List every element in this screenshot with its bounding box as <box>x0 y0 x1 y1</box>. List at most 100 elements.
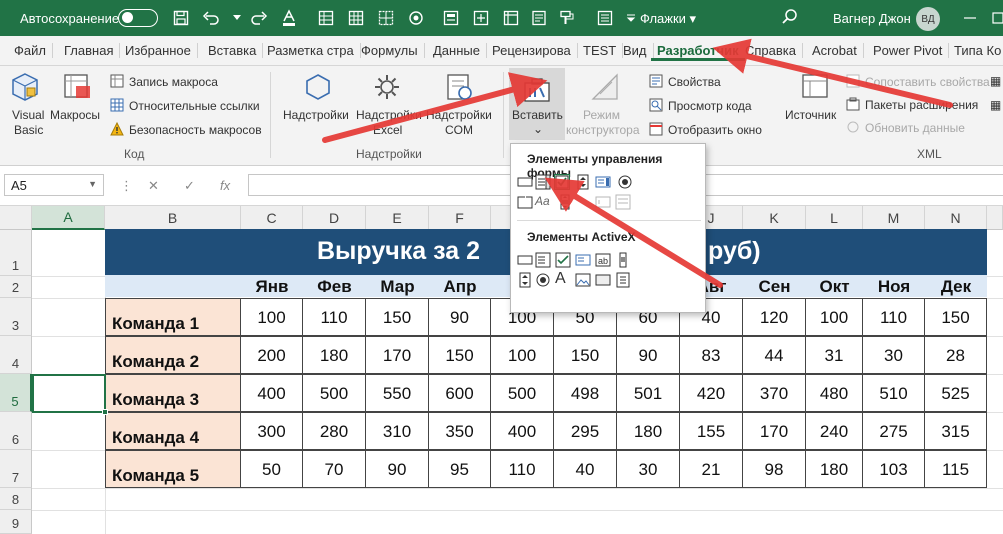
value-cell[interactable]: 150 <box>925 298 987 336</box>
tab-developer[interactable]: Разработчик <box>651 43 745 61</box>
com-addins-icon[interactable] <box>444 72 474 105</box>
value-cell[interactable]: 150 <box>554 336 617 374</box>
search-icon[interactable] <box>780 7 802 29</box>
selected-cell[interactable] <box>32 374 106 413</box>
value-cell[interactable]: 550 <box>366 374 429 412</box>
value-cell[interactable]: 83 <box>680 336 743 374</box>
tab-view[interactable]: Вид <box>617 43 654 58</box>
column-header[interactable]: L <box>806 206 863 230</box>
value-cell[interactable]: 275 <box>863 412 925 450</box>
team-name-cell[interactable]: Команда 5 <box>105 450 241 488</box>
activex-toggle-icon[interactable] <box>595 272 611 288</box>
value-cell[interactable]: 150 <box>429 336 491 374</box>
cancel-icon[interactable]: ✕ <box>148 178 159 194</box>
value-cell[interactable]: 50 <box>241 450 303 488</box>
value-cell[interactable]: 90 <box>366 450 429 488</box>
value-cell[interactable]: 500 <box>303 374 366 412</box>
fill-handle[interactable] <box>102 409 108 415</box>
document-title[interactable]: Флажки ▾ <box>640 11 696 27</box>
listbox-control-icon[interactable] <box>595 174 611 190</box>
fx-icon[interactable]: fx <box>220 178 230 193</box>
combobox-control-icon[interactable] <box>535 174 551 190</box>
zoom-icon[interactable] <box>470 8 492 28</box>
activex-button-icon[interactable] <box>517 252 533 268</box>
gear-icon[interactable] <box>372 72 402 105</box>
column-header[interactable]: D <box>303 206 366 230</box>
column-header[interactable]: B <box>105 206 241 230</box>
value-cell[interactable]: 315 <box>925 412 987 450</box>
month-header[interactable]: Апр <box>429 277 491 297</box>
value-cell[interactable]: 200 <box>241 336 303 374</box>
redo-icon[interactable] <box>248 8 270 28</box>
value-cell[interactable]: 500 <box>491 374 554 412</box>
form-icon[interactable] <box>594 8 616 28</box>
value-cell[interactable]: 21 <box>680 450 743 488</box>
value-cell[interactable]: 31 <box>806 336 863 374</box>
value-cell[interactable]: 310 <box>366 412 429 450</box>
tab-file[interactable]: Файл <box>8 43 53 58</box>
row-header[interactable]: 8 <box>0 488 32 510</box>
activex-textbox-icon[interactable]: ab <box>595 252 611 268</box>
sheet-icon[interactable] <box>440 8 462 28</box>
value-cell[interactable]: 170 <box>743 412 806 450</box>
row-header[interactable]: 4 <box>0 336 32 374</box>
user-name[interactable]: Вагнер Джон <box>833 11 911 26</box>
month-header[interactable]: Ноя <box>863 277 925 297</box>
record-macro-button[interactable]: Запись макроса <box>110 74 218 89</box>
activex-more-controls-icon[interactable] <box>615 272 631 288</box>
macro-security-button[interactable]: Безопасность макросов <box>110 122 262 137</box>
value-cell[interactable]: 480 <box>806 374 863 412</box>
column-header[interactable]: M <box>863 206 925 230</box>
column-header[interactable]: C <box>241 206 303 230</box>
value-cell[interactable]: 350 <box>429 412 491 450</box>
value-cell[interactable]: 510 <box>863 374 925 412</box>
record-icon[interactable] <box>405 8 427 28</box>
value-cell[interactable]: 501 <box>617 374 680 412</box>
activex-option-button-icon[interactable] <box>535 272 551 288</box>
value-cell[interactable]: 30 <box>863 336 925 374</box>
row-header[interactable]: 9 <box>0 510 32 534</box>
select-all-corner[interactable] <box>0 206 32 230</box>
export-icon[interactable]: ▦ <box>990 98 1001 112</box>
more-options-icon[interactable]: ⋮ <box>120 178 133 194</box>
value-cell[interactable]: 280 <box>303 412 366 450</box>
tab-favorites[interactable]: Избранное <box>119 43 198 58</box>
restore-icon[interactable] <box>990 10 1003 26</box>
option-button-control-icon[interactable] <box>617 174 633 190</box>
row-header[interactable]: 7 <box>0 450 32 488</box>
autosave-toggle[interactable] <box>118 9 158 27</box>
addins-icon[interactable] <box>303 72 333 105</box>
value-cell[interactable]: 100 <box>491 336 554 374</box>
value-cell[interactable]: 110 <box>303 298 366 336</box>
tab-home[interactable]: Главная <box>58 43 121 58</box>
value-cell[interactable]: 44 <box>743 336 806 374</box>
month-header[interactable]: Сен <box>743 277 806 297</box>
value-cell[interactable]: 370 <box>743 374 806 412</box>
value-cell[interactable]: 103 <box>863 450 925 488</box>
value-cell[interactable]: 115 <box>925 450 987 488</box>
team-name-cell[interactable]: Команда 1 <box>105 298 241 336</box>
value-cell[interactable]: 180 <box>806 450 863 488</box>
value-cell[interactable]: 40 <box>554 450 617 488</box>
value-cell[interactable]: 525 <box>925 374 987 412</box>
activex-checkbox-icon[interactable] <box>555 252 571 268</box>
customize-qat-icon[interactable] <box>620 8 642 28</box>
expansion-packs-button[interactable]: Пакеты расширения <box>846 97 978 112</box>
row-header[interactable]: 5 <box>0 374 32 412</box>
groupbox-control-icon[interactable] <box>517 194 533 210</box>
team-name-cell[interactable]: Команда 3 <box>105 374 241 412</box>
month-header[interactable]: Окт <box>806 277 863 297</box>
column-header[interactable]: N <box>925 206 987 230</box>
tab-help[interactable]: Справка <box>739 43 803 58</box>
value-cell[interactable]: 400 <box>241 374 303 412</box>
tab-acrobat[interactable]: Acrobat <box>806 43 864 58</box>
activex-listbox-icon[interactable] <box>575 252 591 268</box>
toolbox-icon[interactable] <box>522 76 552 107</box>
activex-scrollbar-icon[interactable] <box>615 252 631 268</box>
view-code-button[interactable]: Просмотр кода <box>649 98 752 113</box>
undo-icon[interactable] <box>200 8 222 28</box>
activex-combobox-icon[interactable] <box>535 252 551 268</box>
format-painter-icon[interactable] <box>556 8 578 28</box>
tab-page-layout[interactable]: Разметка стра <box>261 43 361 58</box>
label-control-icon[interactable]: Aa <box>535 194 553 210</box>
